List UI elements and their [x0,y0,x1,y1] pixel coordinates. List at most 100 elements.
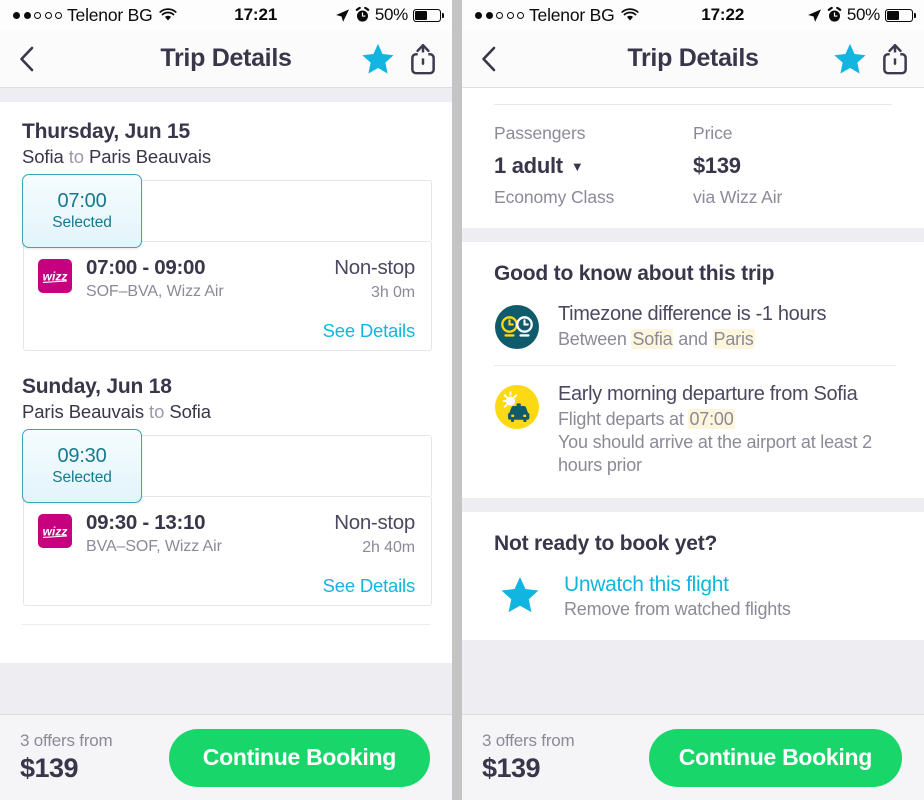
info-headline: Timezone difference is -1 hours [558,303,827,325]
dual-screenshot-container: Telenor BG 17:21 50% Trip Details Thursd… [0,0,924,800]
info-sub-extra: You should arrive at the airport at leas… [558,431,872,475]
alarm-clock-icon [355,7,370,22]
flight-row-content: wizz 07:00 - 09:00 SOF–BVA, Wizz Air Non… [38,256,415,302]
flight-row-outbound[interactable]: wizz 07:00 - 09:00 SOF–BVA, Wizz Air Non… [23,242,432,351]
unwatch-flight-link[interactable]: Unwatch this flight [564,573,791,597]
info-subline: Between Sofia and Paris [558,328,826,351]
price-value: $139 [693,153,741,178]
status-bar-left: Telenor BG [475,5,639,26]
leg-destination: Paris Beauvais [89,146,211,167]
flight-side-info: Non-stop 2h 40m [334,511,415,557]
info-item-early-departure: Early morning departure from Sofia Fligh… [494,382,896,477]
star-filled-icon[interactable] [361,43,395,75]
leg-card-outbound: Thursday, Jun 15 Sofia to Paris Beauvais… [0,102,452,371]
section-gap [462,228,924,242]
status-bar: Telenor BG 17:22 50% [462,0,924,30]
passengers-value: 1 adult [494,153,563,178]
see-details-link[interactable]: See Details [38,575,416,597]
footer-price-block: 3 offers from $139 [482,731,575,783]
wizz-air-logo: wizz [38,259,72,293]
info-divider [494,364,896,366]
footer-price-block: 3 offers from $139 [20,730,113,783]
info-subline: Flight departs at 07:00 You should arriv… [558,408,896,477]
continue-booking-button[interactable]: Continue Booking [648,728,902,787]
booking-footer: 3 offers from $139 Continue Booking [462,714,924,800]
back-button[interactable] [480,44,506,74]
signal-strength-dots [475,11,524,19]
summary-top-divider [494,104,892,105]
chevron-left-icon [482,46,496,71]
info-text-early-departure: Early morning departure from Sofia Fligh… [558,382,896,477]
status-bar-clock: 17:22 [701,5,745,24]
signal-strength-dots [13,11,62,19]
star-filled-icon[interactable] [833,43,867,75]
leg-header-outbound: Thursday, Jun 15 Sofia to Paris Beauvais… [0,102,452,248]
right-scroll-body[interactable]: Passengers 1 adult ▼ Economy Class Price… [462,88,924,714]
flight-times: 07:00 - 09:00 [86,256,206,279]
price-column: Price $139 via Wizz Air [693,123,892,208]
left-phone-screen: Telenor BG 17:21 50% Trip Details Thursd… [0,0,452,800]
status-bar-clock: 17:21 [234,5,278,24]
chip-time-label: 07:00 [57,190,107,212]
carrier-name: Telenor BG [529,4,615,25]
timezone-clocks-icon [495,305,539,349]
see-details-link[interactable]: See Details [38,320,416,342]
chip-status-label: Selected [52,214,112,231]
passengers-column: Passengers 1 adult ▼ Economy Class [494,123,693,208]
navigation-bar: Trip Details [0,30,452,88]
continue-booking-button[interactable]: Continue Booking [168,728,430,787]
info-highlight-departure-time: 07:00 [688,408,735,429]
right-phone-screen: Telenor BG 17:22 50% Trip Details Passen… [462,0,924,800]
passengers-label: Passengers [494,123,586,143]
flight-row-content: wizz 09:30 - 13:10 BVA–SOF, Wizz Air Non… [38,511,415,557]
trip-summary-card: Passengers 1 adult ▼ Economy Class Price… [462,88,924,228]
passengers-selector[interactable]: 1 adult ▼ [494,153,693,179]
flight-stops: Non-stop [334,511,415,534]
info-headline: Early morning departure from Sofia [558,382,858,405]
share-icon[interactable] [882,43,908,75]
wizz-air-logo: wizz [38,514,72,548]
panel-gutter [452,0,462,800]
unwatch-flight-row[interactable]: Unwatch this flight Remove from watched … [494,572,896,620]
alarm-clock-icon [827,7,842,22]
info-highlight-destination: Paris [712,329,755,349]
early-morning-taxi-icon [495,384,539,429]
top-gap [0,88,452,102]
leg-origin: Sofia [22,146,64,167]
status-bar-left: Telenor BG [13,5,177,26]
status-bar-right: 50% [335,5,445,25]
flight-side-info: Non-stop 3h 0m [334,256,415,302]
flight-row-return[interactable]: wizz 09:30 - 13:10 BVA–SOF, Wizz Air Non… [23,497,432,606]
leg-route: Sofia to Paris Beauvais [22,146,432,168]
nav-actions [833,43,908,75]
chevron-down-icon: ▼ [570,158,584,174]
selected-time-chip[interactable]: 09:30 Selected [22,429,142,503]
not-ready-section: Not ready to book yet? Unwatch this flig… [462,512,924,641]
flight-main-info: 07:00 - 09:00 SOF–BVA, Wizz Air [86,256,224,301]
flight-duration: 2h 40m [362,539,415,556]
share-icon[interactable] [410,43,436,75]
left-scroll-body[interactable]: Thursday, Jun 15 Sofia to Paris Beauvais… [0,88,452,714]
back-button[interactable] [18,44,44,74]
info-highlight-origin: Sofia [631,329,674,349]
wifi-icon [158,8,177,21]
leg-origin: Paris Beauvais [22,401,144,422]
flight-stops: Non-stop [334,256,415,279]
good-to-know-title: Good to know about this trip [494,262,775,285]
flight-times: 09:30 - 13:10 [86,511,206,534]
unwatch-description: Remove from watched flights [564,599,791,620]
selected-time-chip[interactable]: 07:00 Selected [22,174,142,248]
leg-to-word: to [149,401,165,422]
battery-icon [413,8,445,22]
info-sub-pre: Between [558,329,632,349]
leg-date: Sunday, Jun 18 [22,375,172,398]
leg-date: Thursday, Jun 15 [22,120,190,143]
chevron-left-icon [20,46,34,71]
flight-route-airline: SOF–BVA, Wizz Air [86,283,224,300]
offers-count: 3 offers from [20,730,113,750]
info-sub-pre: Flight departs at [558,408,689,429]
leg-card-return: Sunday, Jun 18 Paris Beauvais to Sofia 0… [0,371,452,663]
info-item-timezone: Timezone difference is -1 hours Between … [494,302,896,351]
time-chip-row-outbound: 07:00 Selected [22,174,432,248]
not-ready-title: Not ready to book yet? [494,532,718,556]
